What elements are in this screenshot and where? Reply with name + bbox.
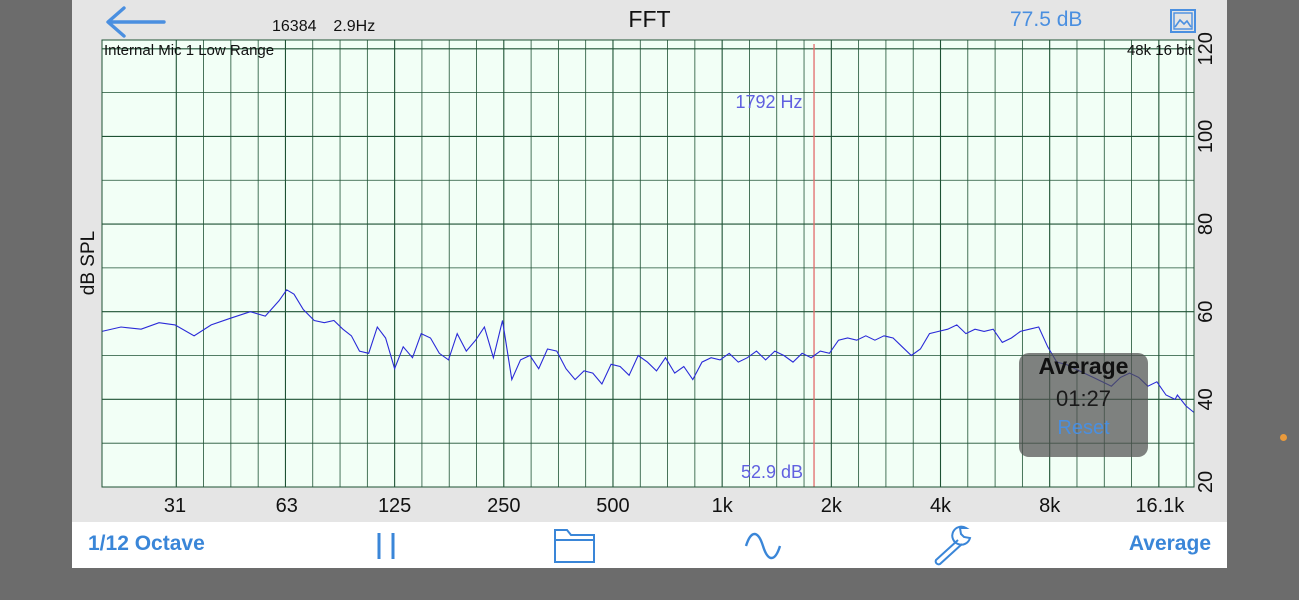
octave-resolution-button[interactable]: 1/12 Octave [88,532,205,556]
sine-wave-icon[interactable] [744,530,782,562]
y-tick-label: 60 [1195,301,1217,323]
y-tick-label: 100 [1195,120,1217,153]
status-dot [1280,434,1287,441]
x-tick-label: 4k [930,495,952,517]
x-tick-label: 63 [276,495,298,517]
x-tick-label: 500 [596,495,629,517]
pause-icon[interactable] [372,530,400,562]
cursor-level: 52.9 dB [741,462,803,482]
input-label: Internal Mic 1 Low Range [104,42,274,59]
fft-app: 16384 2.9Hz FFT 77.5 dB 31 63 125 250 500 1k 2… [72,0,1227,568]
x-tick-label: 2k [821,495,843,517]
bottom-toolbar: 1/12 Octave Average [72,522,1227,568]
wrench-icon[interactable] [930,524,974,566]
y-tick-label: 20 [1195,471,1217,493]
reset-button[interactable]: Reset [1019,417,1148,440]
format-label: 48k 16 bit [1127,42,1193,59]
average-elapsed: 01:27 [1055,386,1112,411]
x-tick-label: 250 [487,495,520,517]
folder-icon[interactable] [553,526,597,564]
x-tick-label: 31 [164,495,186,517]
average-title: Average [1038,353,1129,379]
x-tick-label: 1k [712,495,734,517]
x-tick-label: 125 [378,495,411,517]
x-tick-label: 8k [1039,495,1061,517]
y-tick-label: 120 [1195,32,1217,65]
y-tick-label: 80 [1195,213,1217,235]
average-mode-button[interactable]: Average [1129,532,1211,556]
cursor-frequency: 1792 Hz [735,92,802,112]
y-axis-label: dB SPL [78,231,99,295]
x-tick-label: 16.1k [1135,495,1185,517]
y-tick-label: 40 [1195,388,1217,410]
average-panel: Average 01:27 Reset [1019,353,1148,457]
